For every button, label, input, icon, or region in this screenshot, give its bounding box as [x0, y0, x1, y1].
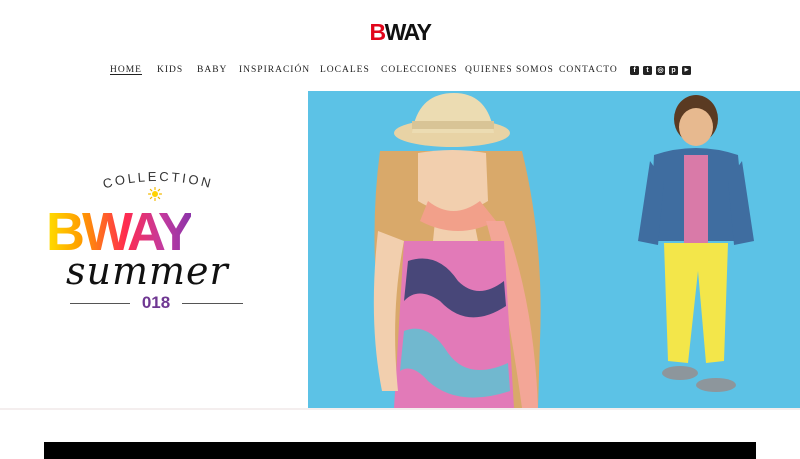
nav-item-kids[interactable]: KIDS [157, 64, 183, 76]
hero-kids-illustration [373, 93, 754, 408]
main-nav: HOME KIDS BABY INSPIRACIÓN LOCALES COLEC… [0, 64, 800, 78]
girl-figure [373, 93, 541, 408]
logo-b: B [369, 19, 387, 45]
boy-figure [638, 95, 754, 392]
facebook-icon[interactable]: f [630, 66, 639, 75]
content-black-bar [44, 442, 756, 459]
summer-script: summer [66, 249, 229, 293]
hero-title-panel: COLLECTION BWAY summer 018 [0, 91, 308, 408]
hero-photo [308, 91, 800, 408]
nav-item-locales[interactable]: LOCALES [320, 64, 370, 76]
nav-item-colecciones[interactable]: COLECCIONES [381, 64, 457, 76]
nav-item-baby[interactable]: BABY [197, 64, 227, 76]
year-label: 018 [130, 293, 182, 313]
nav-item-contacto[interactable]: CONTACTO [559, 64, 618, 76]
twitter-icon[interactable]: t [643, 66, 652, 75]
instagram-icon[interactable]: ◎ [656, 66, 665, 75]
pinterest-icon[interactable]: p [669, 66, 678, 75]
youtube-icon[interactable]: ▶ [682, 66, 691, 75]
nav-item-inspiracion[interactable]: INSPIRACIÓN [239, 64, 310, 76]
site-logo[interactable]: BWAY [0, 20, 800, 44]
hero-bottom-divider [0, 408, 800, 410]
logo-way: WAY [384, 19, 432, 45]
hero-banner[interactable]: COLLECTION BWAY summer 018 [0, 91, 800, 408]
nav-item-home[interactable]: HOME [110, 64, 142, 76]
sun-icon [148, 187, 162, 201]
nav-item-quienes-somos[interactable]: QUIENES SOMOS [465, 64, 554, 76]
